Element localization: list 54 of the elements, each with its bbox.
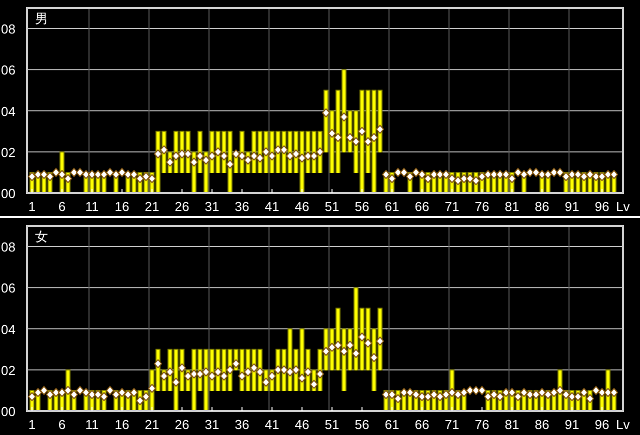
axis-label: 16	[114, 199, 130, 214]
axis-label: 02	[1, 144, 16, 160]
axis-label: 86	[534, 417, 550, 432]
axis-label: 71	[444, 417, 460, 432]
axis-label: 96	[594, 417, 610, 432]
axis-label: 41	[264, 199, 280, 214]
axis-label: 76	[474, 199, 490, 214]
axis-label: 26	[174, 199, 190, 214]
axis-label: 76	[474, 417, 490, 432]
axis-label: 00	[1, 186, 16, 201]
axis-label: 51	[324, 417, 340, 432]
axis-label: 08	[1, 240, 16, 255]
axis-label: 11	[85, 417, 99, 432]
axis-label: 46	[294, 199, 310, 214]
axis-label: 56	[354, 417, 370, 432]
axis-label: 1	[28, 199, 36, 214]
axis-label: 06	[1, 62, 16, 78]
axis-title: Lv	[616, 199, 630, 214]
axis-label: 41	[264, 417, 280, 432]
axis-label: 31	[204, 199, 220, 214]
axis-label: 1	[28, 417, 36, 432]
axis-label: 46	[294, 417, 310, 432]
axis-label: 91	[564, 199, 580, 214]
axis-label: 56	[354, 199, 370, 214]
axis-label: 06	[1, 280, 16, 296]
axis-label: 66	[414, 417, 430, 432]
axis-label: 08	[1, 22, 16, 37]
axis-label: 21	[144, 199, 160, 214]
axis-label: 02	[1, 362, 16, 378]
axis-label: 11	[85, 199, 99, 214]
axis-label: 81	[504, 199, 520, 214]
axis-label: 61	[384, 199, 400, 214]
axis-label: 71	[444, 199, 460, 214]
axis-title: Lv	[616, 417, 630, 432]
axis-label: 81	[504, 417, 520, 432]
axis-label: 91	[564, 417, 580, 432]
axis-label: 21	[144, 417, 160, 432]
axis-label: 04	[1, 104, 16, 119]
axis-label: 86	[534, 199, 550, 214]
axis-label: 6	[58, 417, 66, 432]
axis-label: 36	[234, 417, 250, 432]
axis-label: 00	[1, 404, 16, 419]
axis-label: 61	[384, 417, 400, 432]
chart-title: 男	[35, 11, 48, 26]
axis-label: 04	[1, 322, 16, 337]
axis-label: 31	[204, 417, 220, 432]
axis-label: 51	[324, 199, 340, 214]
axis-label: 6	[58, 199, 66, 214]
axis-label: 66	[414, 199, 430, 214]
axis-label: 36	[234, 199, 250, 214]
axis-label: 26	[174, 417, 190, 432]
chart-title: 女	[35, 229, 48, 244]
axis-label: 96	[594, 199, 610, 214]
axis-label: 16	[114, 417, 130, 432]
